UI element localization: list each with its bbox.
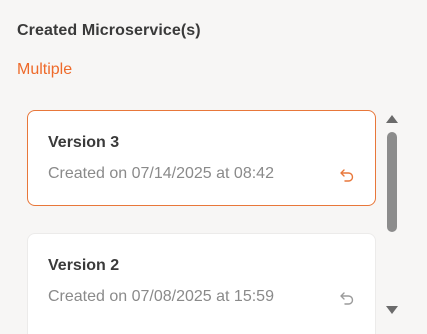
undo-arrow-icon[interactable]	[339, 290, 355, 306]
section-title: Created Microservice(s)	[17, 22, 201, 39]
undo-arrow-icon[interactable]	[339, 167, 355, 183]
version-list: Version 3 Created on 07/14/2025 at 08:42…	[0, 100, 427, 334]
version-card-3[interactable]: Version 3 Created on 07/14/2025 at 08:42	[27, 110, 376, 206]
version-created-date: Created on 07/14/2025 at 08:42	[48, 165, 274, 182]
section-value: Multiple	[17, 61, 73, 78]
scroll-up-arrow-icon[interactable]	[386, 115, 398, 123]
scroll-thumb[interactable]	[387, 132, 397, 232]
version-title: Version 3	[48, 134, 120, 151]
version-title: Version 2	[48, 257, 120, 274]
scroll-down-arrow-icon[interactable]	[386, 306, 398, 314]
version-created-date: Created on 07/08/2025 at 15:59	[48, 288, 274, 305]
vertical-scrollbar[interactable]	[385, 113, 399, 316]
version-card-2[interactable]: Version 2 Created on 07/08/2025 at 15:59	[27, 233, 376, 334]
